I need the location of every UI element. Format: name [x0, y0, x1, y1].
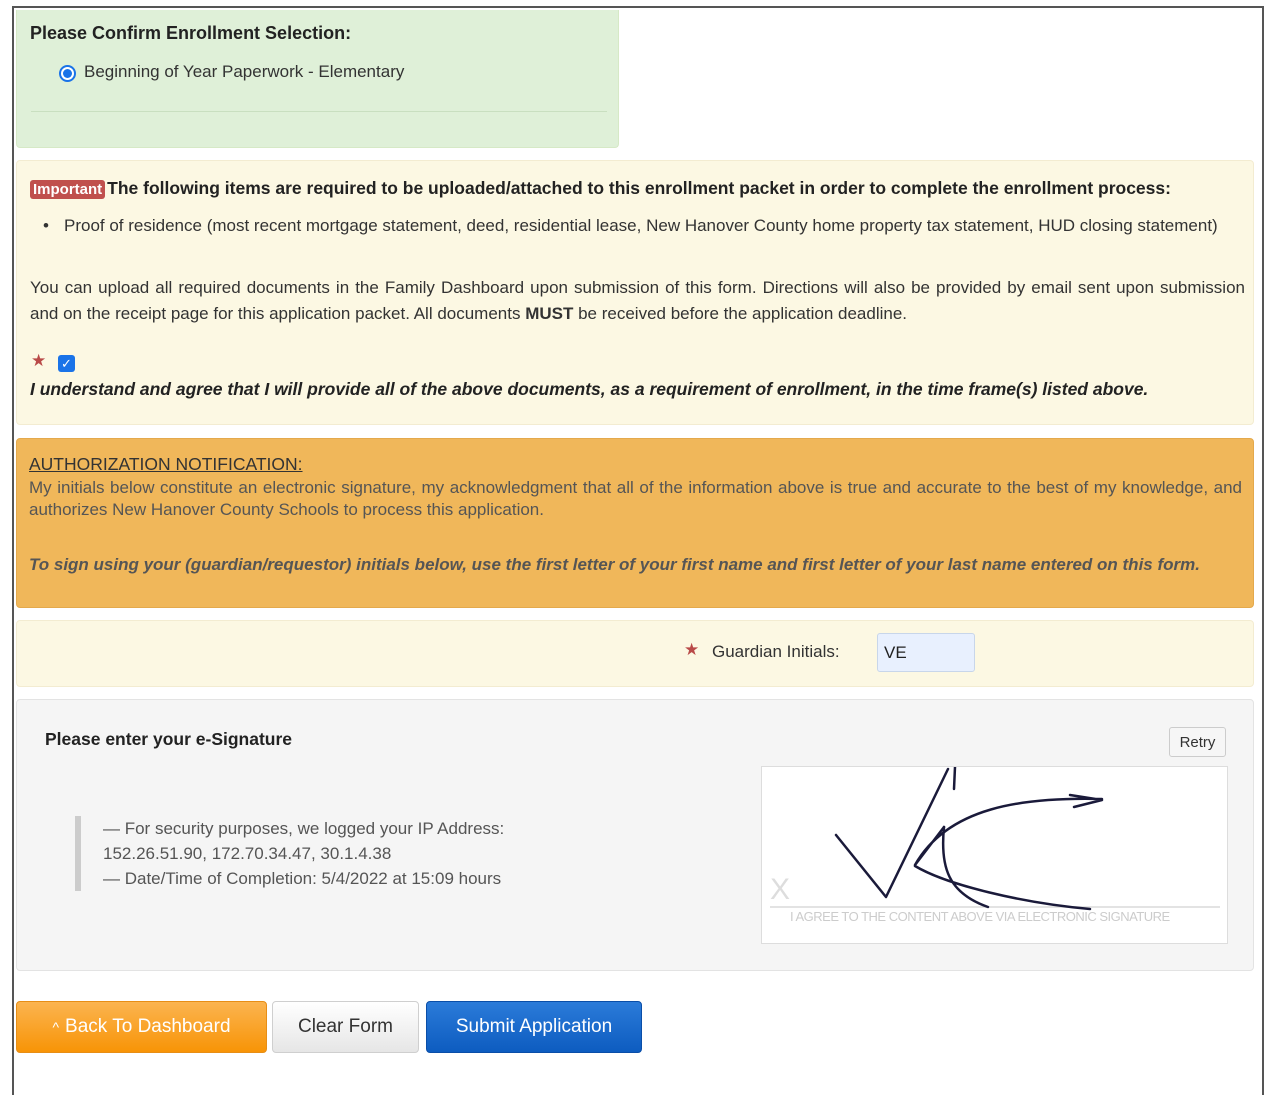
- guardian-initials-label: Guardian Initials:: [712, 642, 840, 661]
- signature-panel: Please enter your e-Signature Retry — Fo…: [16, 699, 1254, 971]
- back-to-dashboard-label: Back To Dashboard: [65, 1016, 231, 1037]
- important-badge: Important: [30, 180, 106, 199]
- enrollment-option-label[interactable]: Beginning of Year Paperwork - Elementary: [84, 62, 404, 82]
- guardian-initials-input[interactable]: [877, 633, 975, 672]
- authorization-panel: AUTHORIZATION NOTIFICATION: My initials …: [16, 438, 1254, 608]
- enrollment-radio[interactable]: [59, 65, 76, 82]
- authorization-instructions: To sign using your (guardian/requestor) …: [29, 555, 1200, 574]
- requirements-panel: Important The following items are require…: [16, 160, 1254, 425]
- clear-form-button[interactable]: Clear Form: [272, 1001, 419, 1053]
- must-emphasis: MUST: [525, 304, 574, 323]
- ip-line: — For security purposes, we logged your …: [103, 819, 505, 838]
- security-info: — For security purposes, we logged your …: [75, 816, 504, 891]
- back-to-dashboard-button[interactable]: ^ Back To Dashboard: [16, 1001, 267, 1053]
- requirements-heading-text: The following items are required to be u…: [107, 178, 1171, 198]
- requirements-list: Proof of residence (most recent mortgage…: [30, 213, 1245, 239]
- required-star-icon: ★: [684, 640, 700, 659]
- initials-panel: ★ Guardian Initials:: [16, 620, 1254, 687]
- agree-statement[interactable]: I understand and agree that I will provi…: [30, 379, 1245, 400]
- requirements-heading: Important The following items are require…: [30, 178, 1245, 199]
- authorization-text: My initials below constitute an electron…: [29, 478, 1242, 519]
- completion-datetime: — Date/Time of Completion: 5/4/2022 at 1…: [103, 869, 502, 888]
- signature-drawing: [834, 767, 1104, 911]
- enrollment-selection-panel: Please Confirm Enrollment Selection: Beg…: [16, 10, 619, 148]
- chevron-up-icon: ^: [52, 1019, 60, 1035]
- submit-application-button[interactable]: Submit Application: [426, 1001, 642, 1053]
- divider: [31, 111, 607, 112]
- signature-title: Please enter your e-Signature: [45, 729, 293, 749]
- required-star-icon: ★: [31, 351, 47, 370]
- signature-pad[interactable]: X I AGREE TO THE CONTENT ABOVE VIA ELECT…: [761, 766, 1228, 944]
- enrollment-title: Please Confirm Enrollment Selection:: [30, 23, 352, 43]
- authorization-title: AUTHORIZATION NOTIFICATION:: [29, 454, 303, 474]
- ip-addresses: 152.26.51.90, 172.70.34.47, 30.1.4.38: [103, 844, 392, 863]
- upload-instructions-end: be received before the application deadl…: [573, 304, 907, 323]
- form-frame: Please Confirm Enrollment Selection: Beg…: [12, 6, 1264, 1095]
- agree-checkbox[interactable]: ✓: [58, 355, 75, 372]
- upload-instructions: You can upload all required documents in…: [30, 275, 1245, 327]
- list-item: Proof of residence (most recent mortgage…: [30, 213, 1245, 239]
- retry-button[interactable]: Retry: [1169, 727, 1226, 757]
